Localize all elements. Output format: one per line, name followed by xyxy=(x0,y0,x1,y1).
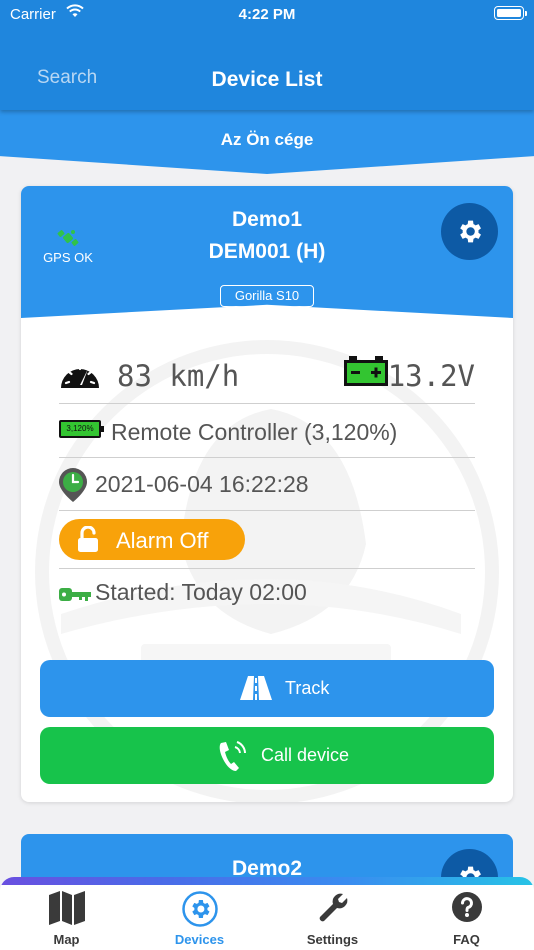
track-button-label: Track xyxy=(285,678,330,698)
ignition-key-icon xyxy=(59,588,91,601)
question-icon xyxy=(451,892,482,922)
speed-value: 83 km/h xyxy=(117,359,240,393)
tab-map-label: Map xyxy=(53,932,80,947)
clock: 4:22 PM xyxy=(238,6,296,23)
device-model-badge: Gorilla S10 xyxy=(220,285,314,307)
battery-level-icon: 3,120% xyxy=(59,420,104,438)
wrench-icon xyxy=(319,893,347,922)
battery-level-label: 3,120% xyxy=(66,424,94,433)
phone-icon xyxy=(219,741,246,771)
speedometer-icon xyxy=(61,364,99,388)
last-update-time: 2021-06-04 16:22:28 xyxy=(95,471,309,497)
tab-faq[interactable]: FAQ xyxy=(400,885,533,950)
clock-pin-icon xyxy=(59,468,87,502)
engine-row: Started: Today 02:00 xyxy=(59,569,475,619)
tab-faq-label: FAQ xyxy=(453,932,480,947)
engine-status: Started: Today 02:00 xyxy=(95,579,307,605)
battery-icon xyxy=(494,6,527,20)
speed-row: 83 km/h 13.2V xyxy=(59,344,475,404)
device-name: Demo1 xyxy=(231,208,303,231)
power-source-label: Remote Controller (3,120%) xyxy=(111,419,398,445)
tab-devices[interactable]: Devices xyxy=(133,885,266,950)
page-title: Device List xyxy=(211,68,323,91)
last-update-row: 2021-06-04 16:22:28 xyxy=(59,458,475,511)
tab-map[interactable]: Map xyxy=(0,885,133,950)
status-bar: Carrier 4:22 PM xyxy=(0,0,534,30)
gear-icon xyxy=(181,891,218,927)
tab-settings[interactable]: Settings xyxy=(266,885,399,950)
tab-bar: Map Devices Settings FAQ xyxy=(0,877,534,950)
device-card-header: GPS OK Demo1 DEM001 (H) Gorilla S10 xyxy=(21,186,513,318)
alarm-row: Alarm Off xyxy=(59,511,475,569)
alarm-status-label: Alarm Off xyxy=(116,528,209,553)
alarm-status-button[interactable]: Alarm Off xyxy=(59,519,245,560)
unlock-icon xyxy=(78,526,98,552)
device-settings-button[interactable] xyxy=(441,203,498,260)
navigation-bar: Carrier 4:22 PM Search Device List xyxy=(0,0,534,110)
gear-icon xyxy=(460,220,481,243)
track-button[interactable]: Track xyxy=(40,660,494,717)
tab-settings-label: Settings xyxy=(306,932,359,947)
car-battery-icon xyxy=(344,356,388,386)
company-banner: Az Ön cége xyxy=(0,110,534,174)
voltage-value: 13.2V xyxy=(387,359,475,393)
device-identifier: DEM001 (H) xyxy=(208,240,326,263)
company-name: Az Ön cége xyxy=(220,130,314,149)
device-card[interactable]: GPS OK Demo1 DEM001 (H) Gorilla S10 83 k… xyxy=(21,186,513,802)
tab-devices-label: Devices xyxy=(174,932,225,947)
map-icon xyxy=(48,891,85,925)
call-device-button[interactable]: Call device xyxy=(40,727,494,784)
power-source-row: 3,120% Remote Controller (3,120%) xyxy=(59,404,475,458)
call-device-label: Call device xyxy=(261,745,350,765)
road-icon xyxy=(240,676,272,700)
tab-bar-accent xyxy=(0,877,534,885)
